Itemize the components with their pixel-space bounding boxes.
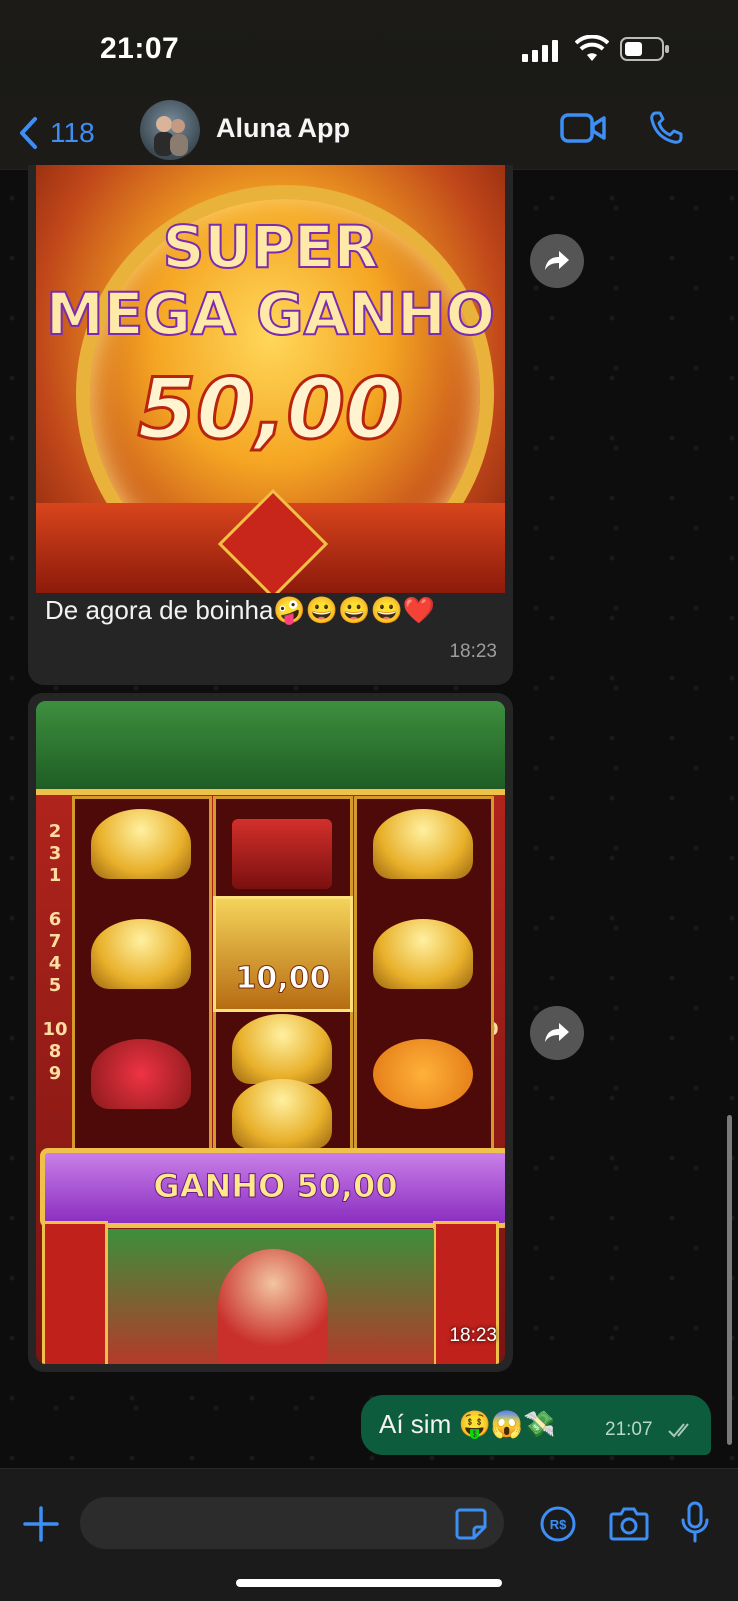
status-time: 21:07 bbox=[100, 32, 180, 65]
payline-numbers-left: 231 6745 10 8 9 bbox=[42, 821, 68, 1084]
forward-button[interactable] bbox=[530, 234, 584, 288]
temple-roof bbox=[36, 701, 505, 795]
avatar[interactable] bbox=[140, 100, 200, 160]
message-input[interactable] bbox=[80, 1497, 504, 1549]
gold-ingot-icon bbox=[232, 1014, 332, 1084]
money-bag-icon bbox=[91, 1039, 191, 1109]
image-title-line1: SUPER bbox=[162, 212, 380, 282]
composer-bar: R$ bbox=[0, 1468, 738, 1601]
ox-scene bbox=[108, 1229, 434, 1364]
home-indicator bbox=[236, 1579, 502, 1587]
cellular-signal-icon bbox=[522, 40, 558, 62]
unread-count: 118 bbox=[50, 117, 95, 148]
message-timestamp: 21:07 bbox=[605, 1419, 653, 1440]
gold-ingot-icon bbox=[91, 919, 191, 989]
battery-icon bbox=[620, 37, 669, 61]
gold-ingot-icon bbox=[232, 1079, 332, 1149]
gold-ingot-icon bbox=[91, 809, 191, 879]
avatar-photo-icon bbox=[154, 116, 188, 156]
contact-name[interactable]: Aluna App bbox=[216, 113, 350, 144]
oranges-icon bbox=[373, 1039, 473, 1109]
read-receipt-icon bbox=[668, 1423, 689, 1438]
red-envelope-icon bbox=[232, 819, 332, 889]
wifi-icon bbox=[575, 35, 609, 61]
forward-button[interactable] bbox=[530, 1006, 584, 1060]
payment-icon[interactable]: R$ bbox=[539, 1505, 577, 1543]
image-title-line2: MEGA GANHO bbox=[45, 279, 496, 349]
message-timestamp: 18:23 bbox=[449, 1325, 497, 1346]
camera-icon[interactable] bbox=[609, 1505, 649, 1541]
wild-value: 10,00 bbox=[235, 961, 331, 997]
chat-header: 118 Aluna App bbox=[0, 95, 738, 170]
phone-call-icon[interactable] bbox=[648, 110, 684, 146]
svg-text:R$: R$ bbox=[550, 1517, 567, 1532]
slot-reel-3 bbox=[354, 796, 494, 1152]
forward-arrow-icon bbox=[545, 1023, 569, 1042]
microphone-icon[interactable] bbox=[680, 1501, 710, 1543]
ox-character-icon bbox=[218, 1249, 328, 1364]
incoming-message[interactable]: 231 6745 1089 241 6835 1079 10,00 bbox=[28, 693, 513, 1372]
chevron-left-icon bbox=[20, 117, 37, 149]
status-bar: 21:07 bbox=[0, 0, 738, 95]
back-button[interactable]: 118 bbox=[18, 113, 95, 153]
message-caption: De agora de boinha🤪😀😀😀❤️ bbox=[45, 595, 436, 625]
slot-reel-1 bbox=[72, 796, 212, 1152]
video-call-icon[interactable] bbox=[560, 112, 606, 144]
message-timestamp: 18:23 bbox=[449, 641, 497, 662]
incoming-message[interactable]: SUPER MEGA GANHO 50,00 De agora de boinh… bbox=[28, 165, 513, 685]
win-label: GANHO 50,00 bbox=[153, 1167, 398, 1206]
wild-symbol: 10,00 bbox=[213, 896, 353, 1012]
win-banner: GANHO 50,00 bbox=[40, 1148, 505, 1228]
left-banner bbox=[42, 1221, 108, 1364]
message-text: Aí sim 🤑😱💸 bbox=[379, 1409, 556, 1439]
sticker-icon[interactable] bbox=[454, 1507, 488, 1541]
message-image[interactable]: SUPER MEGA GANHO 50,00 bbox=[36, 165, 505, 593]
forward-arrow-icon bbox=[545, 251, 569, 270]
scroll-indicator[interactable] bbox=[727, 1115, 732, 1445]
image-amount: 50,00 bbox=[136, 359, 405, 460]
gold-ingot-icon bbox=[373, 919, 473, 989]
plus-icon[interactable] bbox=[22, 1505, 60, 1543]
outgoing-message[interactable]: Aí sim 🤑😱💸 21:07 bbox=[361, 1395, 711, 1455]
message-image[interactable]: 231 6745 1089 241 6835 1079 10,00 bbox=[36, 701, 505, 1364]
gold-ingot-icon bbox=[373, 809, 473, 879]
